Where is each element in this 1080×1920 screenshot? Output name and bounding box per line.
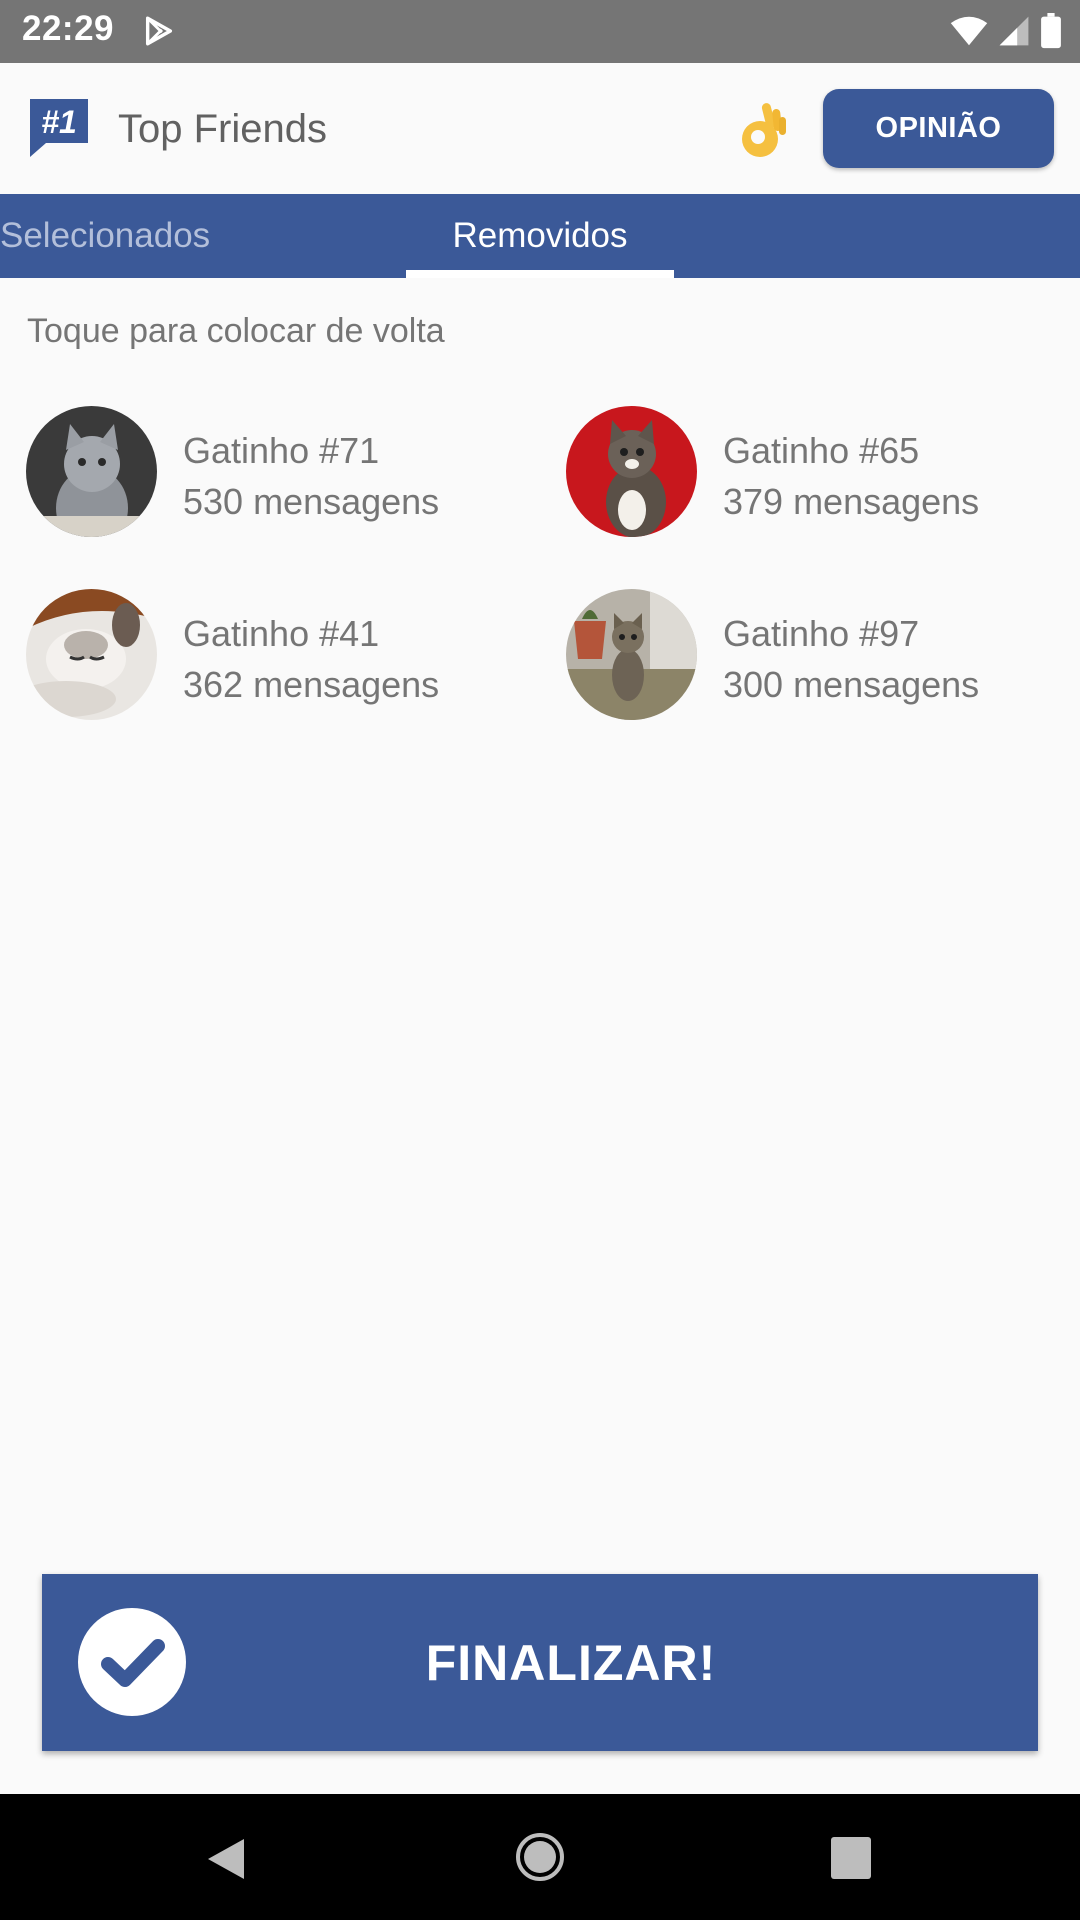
app-logo-icon: #1 (28, 97, 90, 164)
app-bar: #1 Top Friends OPINIÃO (0, 63, 1080, 194)
avatar (26, 406, 157, 537)
friend-name: Gatinho #71 (183, 430, 380, 471)
avatar (566, 406, 697, 537)
avatar (566, 589, 697, 720)
back-icon[interactable] (206, 1837, 246, 1886)
feedback-button[interactable]: OPINIÃO (823, 89, 1054, 168)
home-icon[interactable] (515, 1832, 565, 1887)
signal-icon (998, 14, 1030, 53)
status-bar: 22:29 (0, 0, 1080, 63)
app-logo-text: #1 (41, 104, 77, 140)
navigation-bar (0, 1794, 1080, 1920)
friend-name: Gatinho #41 (183, 613, 380, 654)
tab-selected[interactable]: Selecionados (0, 194, 222, 278)
friend-message-count: 362 mensagens (183, 664, 440, 705)
tab-indicator (406, 270, 674, 278)
wifi-icon (950, 14, 988, 53)
status-time: 22:29 (22, 9, 115, 48)
finish-button-label: FINALIZAR! (425, 1634, 717, 1691)
status-icons (950, 13, 1062, 54)
friend-item[interactable]: Gatinho #41 362 mensagens (26, 589, 526, 724)
tab-bar: Selecionados Removidos (0, 194, 1080, 278)
friend-item[interactable]: Gatinho #71 530 mensagens (26, 406, 526, 541)
ok-hand-icon[interactable] (738, 99, 788, 166)
friend-item[interactable]: Gatinho #65 379 mensagens (566, 406, 1066, 541)
play-store-icon (142, 14, 176, 53)
battery-icon (1040, 13, 1062, 54)
friend-message-count: 530 mensagens (183, 481, 440, 522)
finish-button[interactable]: FINALIZAR! (42, 1574, 1038, 1751)
tab-removed[interactable]: Removidos (406, 194, 674, 278)
friend-name: Gatinho #65 (723, 430, 920, 471)
friend-item[interactable]: Gatinho #97 300 mensagens (566, 589, 1066, 724)
avatar (26, 589, 157, 720)
friend-name: Gatinho #97 (723, 613, 920, 654)
friend-message-count: 300 mensagens (723, 664, 980, 705)
friend-message-count: 379 mensagens (723, 481, 980, 522)
recents-icon[interactable] (831, 1837, 871, 1884)
app-title: Top Friends (118, 107, 327, 151)
hint-text: Toque para colocar de volta (27, 312, 445, 350)
